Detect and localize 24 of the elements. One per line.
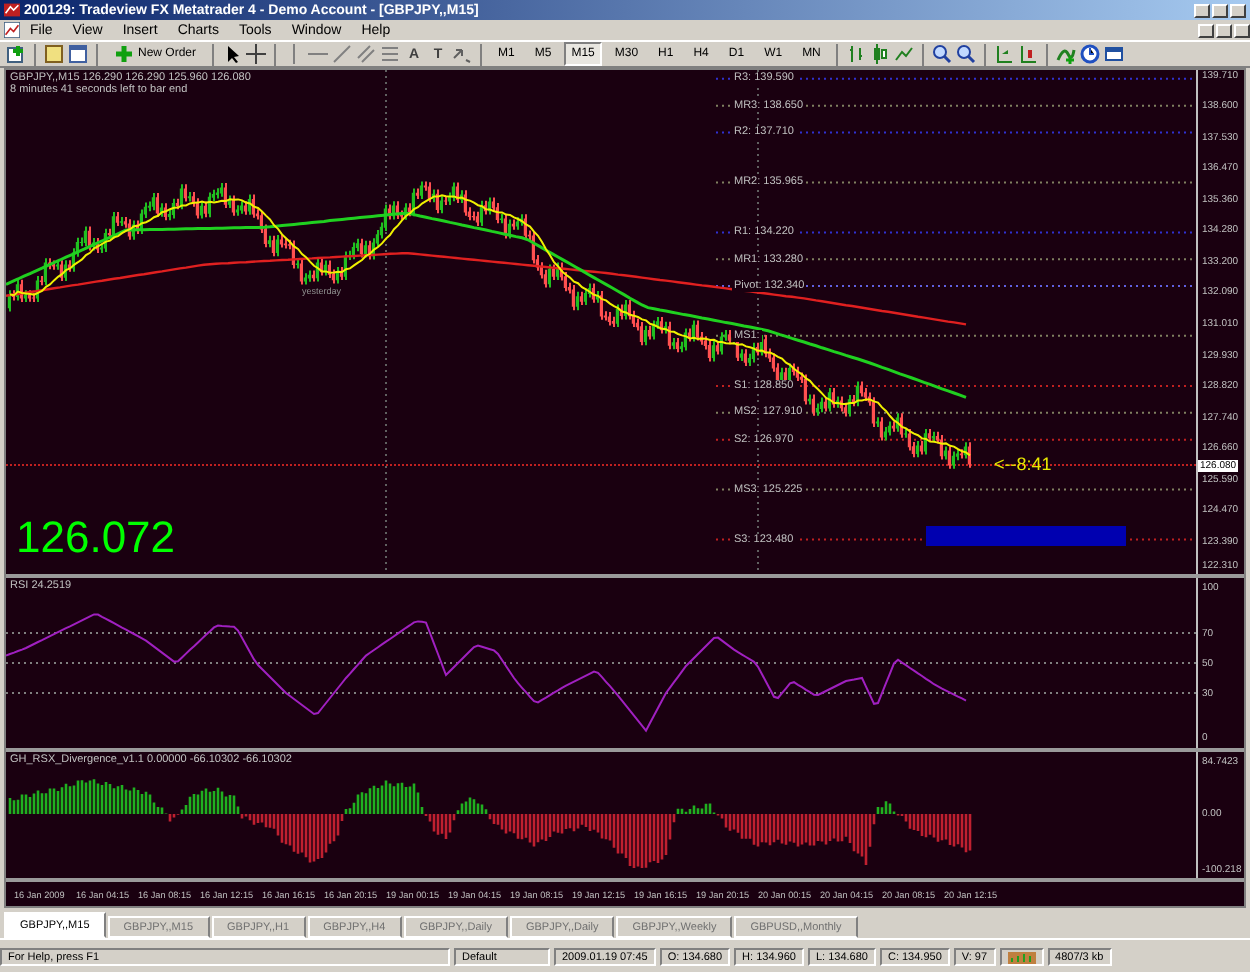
bar-chart-icon[interactable] bbox=[846, 44, 867, 64]
new-chart-icon[interactable] bbox=[6, 44, 26, 64]
channel-icon[interactable] bbox=[356, 44, 377, 64]
trendline-icon[interactable] bbox=[332, 44, 353, 64]
arrows-icon[interactable] bbox=[452, 44, 473, 64]
window-icon[interactable] bbox=[68, 44, 88, 64]
cursor-icon[interactable] bbox=[222, 44, 243, 64]
connection-icon bbox=[1007, 951, 1036, 963]
zoom-in-icon[interactable] bbox=[932, 44, 953, 64]
line-chart-icon[interactable] bbox=[894, 44, 915, 64]
zoom-out-icon[interactable] bbox=[956, 44, 977, 64]
chart-window-icon[interactable] bbox=[4, 22, 20, 38]
clock-icon[interactable] bbox=[1080, 44, 1101, 64]
profiles-icon[interactable] bbox=[44, 44, 64, 64]
chart-shift-icon[interactable] bbox=[1018, 44, 1039, 64]
countdown-text: <--8:41 bbox=[994, 454, 1052, 474]
template-icon[interactable] bbox=[1104, 44, 1125, 64]
autoscroll-icon[interactable] bbox=[994, 44, 1015, 64]
plus-icon bbox=[114, 44, 134, 64]
current-price-text: 126.072 bbox=[16, 512, 176, 564]
crosshair-icon[interactable] bbox=[246, 44, 267, 64]
candlestick-icon[interactable] bbox=[870, 44, 891, 64]
app-icon[interactable] bbox=[4, 2, 20, 18]
indicators-icon[interactable] bbox=[1056, 44, 1077, 64]
